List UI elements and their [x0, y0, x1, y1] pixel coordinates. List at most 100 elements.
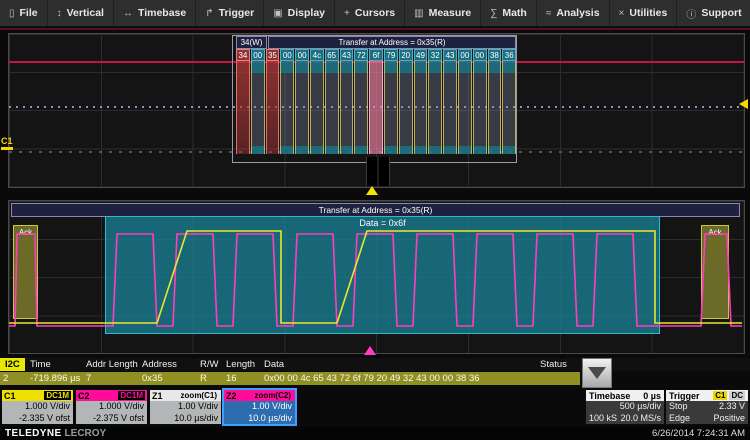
table-header-cell: Time	[30, 358, 86, 371]
zoom-waveforms	[9, 201, 742, 351]
menu-item-label: Timebase	[138, 7, 186, 19]
channel-descriptor[interactable]: Z1 zoom(C1) 1.00 V/div 10.0 µs/div	[150, 390, 221, 424]
timebase-panel[interactable]: Timebase 0 µs 500 µs/div 100 kS 20.0 MS/…	[586, 390, 664, 424]
decode-byte-row: 34003500004c6543726f792049324300003836	[236, 49, 516, 61]
table-cell-index: 2	[0, 372, 30, 386]
channel-descriptor[interactable]: C2 DC1M 1.000 V/div -2.375 V ofst	[76, 390, 147, 424]
byte-column	[251, 61, 265, 154]
menu-item[interactable]: + Cursors	[335, 0, 405, 26]
menu-item-label: Support	[701, 7, 741, 19]
table-cell-rw: R	[200, 372, 226, 386]
byte-column	[295, 61, 309, 154]
trigger-source-badge: C1	[713, 391, 727, 400]
i2c-bus-badge[interactable]: I2C	[0, 358, 25, 371]
menu-item-icon: ▯	[9, 8, 15, 19]
byte-box: 20	[399, 49, 413, 61]
table-header-cell: Length	[226, 358, 264, 371]
byte-column	[428, 61, 442, 154]
byte-box: 72	[354, 49, 368, 61]
table-scroll-down-button[interactable]	[582, 358, 612, 388]
channel-offset: -2.335 V ofst	[5, 413, 70, 425]
menu-item-label: Vertical	[67, 7, 104, 19]
table-header-cell: Addr Length	[86, 358, 142, 371]
top-separator-line	[0, 28, 750, 30]
byte-box: 36	[502, 49, 516, 61]
byte-box: 49	[414, 49, 428, 61]
menu-bar: ▯ File ↕ Vertical ↔ Timebase ↱ Trigger ▣…	[0, 0, 750, 27]
byte-box: 43	[443, 49, 457, 61]
table-header-cell: R/W	[200, 358, 226, 371]
i2c-write-header: 34(W)	[236, 36, 267, 49]
channel-scale: 1.00 V/div	[227, 401, 292, 413]
menu-item[interactable]: ↕ Vertical	[48, 0, 114, 26]
status-bar: TELEDYNELECROY 6/26/2014 7:24:31 AM	[0, 427, 750, 440]
table-cell-data: 0x00 00 4c 65 43 72 6f 79 20 49 32 43 00…	[264, 372, 540, 386]
decode-table-header: I2C Time Addr Length Address R/W Length …	[0, 358, 750, 371]
byte-box: 32	[428, 49, 442, 61]
byte-box: 43	[340, 49, 354, 61]
menu-item[interactable]: ▥ Measure	[405, 0, 481, 26]
trigger-level: 2.33 V	[719, 401, 745, 413]
menu-item[interactable]: × Utilities	[610, 0, 678, 26]
table-row[interactable]: 2 -719.896 µs 7 0x35 R 16 0x00 00 4c 65 …	[0, 372, 580, 386]
channel-id: C1	[4, 391, 16, 401]
channel-descriptor[interactable]: C1 DC1M 1.000 V/div -2.335 V ofst	[2, 390, 73, 424]
byte-column	[488, 61, 502, 154]
lower-waveform-grid[interactable]: Transfer at Address = 0x35(R) Data = 0x6…	[8, 200, 745, 354]
menu-item-label: File	[20, 7, 38, 19]
byte-column	[384, 61, 398, 154]
menu-item[interactable]: ↔ Timebase	[114, 0, 196, 26]
chevron-down-icon	[588, 367, 606, 379]
table-header-cell: Status	[540, 358, 750, 371]
channel-offset: -2.375 V ofst	[79, 413, 144, 425]
table-header-cell: Address	[142, 358, 200, 371]
channel-offset: 10.0 µs/div	[153, 413, 218, 425]
byte-column	[443, 61, 457, 154]
trigger-position-marker[interactable]	[366, 186, 378, 195]
menu-item[interactable]: ↱ Trigger	[196, 0, 264, 26]
menu-item-label: Math	[502, 7, 527, 19]
menu-item[interactable]: ⓘ Support	[677, 0, 750, 26]
decode-byte-columns	[236, 61, 516, 154]
menu-item-label: Display	[288, 7, 325, 19]
trigger-slope: Positive	[713, 413, 745, 425]
byte-column	[473, 61, 487, 154]
trigger-title: Trigger	[669, 391, 700, 401]
menu-item[interactable]: ∑ Math	[481, 0, 537, 26]
channel-badge: zoom(C1)	[179, 391, 219, 400]
table-cell-addr-length: 7	[86, 372, 142, 386]
byte-column	[399, 61, 413, 154]
i2c-transfer-header: Transfer at Address = 0x35(R)	[268, 36, 516, 49]
c1-channel-label[interactable]: C1	[1, 136, 13, 150]
timebase-per-div: 500 µs/div	[589, 401, 661, 413]
menu-item-icon: ↱	[205, 8, 213, 19]
table-position-marker[interactable]	[364, 346, 376, 355]
byte-column	[414, 61, 428, 154]
byte-column	[502, 61, 516, 154]
menu-item[interactable]: ▣ Display	[264, 0, 335, 26]
channel-descriptor[interactable]: Z2 zoom(C2) 1.00 V/div 10.0 µs/div	[224, 390, 295, 424]
trigger-level-marker[interactable]	[739, 99, 748, 109]
channel-scale: 1.00 V/div	[153, 401, 218, 413]
byte-column	[354, 61, 368, 154]
byte-box: 00	[458, 49, 472, 61]
byte-column	[369, 61, 383, 154]
table-cell-status	[540, 372, 580, 386]
byte-column	[340, 61, 354, 154]
channel-badge: DC1M	[44, 391, 71, 400]
byte-column	[310, 61, 324, 154]
channel-descriptors: C1 DC1M 1.000 V/div -2.335 V ofst C2 DC1…	[2, 390, 295, 424]
channel-offset: 10.0 µs/div	[227, 413, 292, 425]
menu-item-icon: ↔	[123, 8, 133, 19]
menu-item[interactable]: ≈ Analysis	[537, 0, 610, 26]
menu-item[interactable]: ▯ File	[0, 0, 48, 26]
byte-box: 34	[236, 49, 250, 61]
menu-item-label: Analysis	[556, 7, 599, 19]
channel-id: C2	[78, 391, 90, 401]
byte-box: 00	[280, 49, 294, 61]
trigger-panel[interactable]: Trigger C1 DC Stop 2.33 V Edge Positive	[666, 390, 748, 424]
zoom-gate-marker[interactable]	[366, 157, 390, 186]
channel-badge: DC1M	[118, 391, 145, 400]
oscilloscope-screen: ▯ File ↕ Vertical ↔ Timebase ↱ Trigger ▣…	[0, 0, 750, 440]
menu-item-label: Utilities	[629, 7, 667, 19]
